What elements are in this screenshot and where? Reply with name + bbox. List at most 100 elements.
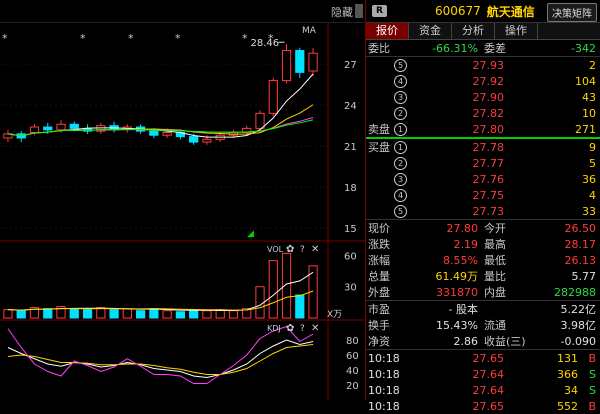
- vol-label: VOL: [267, 245, 284, 254]
- tick-price: 27.64: [472, 383, 505, 397]
- price-tick: 15: [344, 224, 357, 235]
- buy-row: 4 27.75 4: [366, 187, 600, 203]
- candle-body: [268, 80, 278, 114]
- quote-label: 最高: [484, 238, 506, 251]
- volume-bar: [122, 308, 132, 319]
- candle-body: [308, 52, 318, 72]
- tick-side: B: [588, 351, 596, 365]
- event-star: *: [2, 32, 8, 45]
- buy-row: 3 27.76 36: [366, 171, 600, 187]
- candle-body: [162, 132, 172, 136]
- level-icon: 1: [394, 140, 407, 154]
- tick-row: 10:18 27.64 366 S: [366, 366, 600, 382]
- chart-canvas: MA2724211815* * * * * *28.46◢VOL ✿? ✕6030X万KDJ ✿…: [0, 22, 365, 400]
- tick-price: 27.64: [472, 367, 505, 381]
- volume-bar: [255, 286, 265, 319]
- finance-value: -0.090: [560, 334, 596, 348]
- price-tick: 18: [344, 183, 357, 194]
- tab-analysis[interactable]: 分析: [452, 23, 495, 39]
- kdj-close-icon: ✕: [311, 323, 319, 334]
- finance-label: 换手: [368, 319, 390, 332]
- book-volume: 2: [589, 58, 596, 72]
- quote-row: 总量 61.49万 量比 5.77: [366, 268, 600, 284]
- ma-label: MA: [302, 26, 317, 36]
- quote-value: 5.77: [571, 269, 597, 283]
- book-volume: 43: [582, 90, 596, 104]
- tick-side: S: [589, 383, 596, 397]
- stock-code: 600677: [434, 4, 481, 18]
- book-volume: 271: [575, 122, 596, 136]
- tab-funds[interactable]: 资金: [409, 23, 452, 39]
- finance-label: 市盈: [368, 303, 390, 316]
- tab-operate[interactable]: 操作: [495, 23, 538, 39]
- finance-row: 换手 15.43% 流通 3.98亿: [366, 317, 600, 333]
- tick-volume: 552: [557, 399, 578, 413]
- weicha-label: 委差: [484, 42, 506, 55]
- tick-time: 10:18: [368, 383, 400, 397]
- volume-bar: [268, 260, 278, 319]
- volume-bar: [295, 294, 305, 319]
- finance-row: 净资 2.86 收益(三) -0.090: [366, 333, 600, 349]
- volume-bar: [175, 311, 186, 319]
- tick-time: 10:18: [368, 399, 400, 413]
- level-icon: 4: [394, 74, 407, 88]
- kdj-line: [7, 339, 314, 379]
- vol-tick: 30: [344, 283, 357, 294]
- tab-quote[interactable]: 报价: [366, 23, 409, 39]
- volume-bar: [109, 309, 119, 319]
- level-icon: 3: [394, 172, 407, 186]
- quote-label: 涨幅: [368, 254, 390, 267]
- weibi-label: 委比: [368, 42, 390, 55]
- tick-side: S: [589, 367, 596, 381]
- candle-body: [189, 136, 199, 143]
- candle-body: [202, 138, 212, 143]
- quote-row: 涨跌 2.19 最高 28.17: [366, 236, 600, 252]
- volume-bar: [281, 252, 292, 319]
- book-volume: 5: [589, 156, 596, 170]
- level-icon: 1: [394, 122, 407, 136]
- tick-price: 27.65: [472, 351, 505, 365]
- tick-volume: 366: [557, 367, 578, 381]
- event-star: *: [128, 32, 134, 45]
- event-star: *: [175, 32, 181, 45]
- kline-chart-area[interactable]: 隐藏 MA 27 24 21 18 15 * * * * * * 28.46 ◢ VOL ✿? ✕ 60 30 X万 K…: [0, 0, 365, 400]
- vol-help-icon: ?: [300, 245, 305, 255]
- quote-value: 28.17: [564, 237, 597, 251]
- r-badge: R: [372, 5, 387, 17]
- tick-side: B: [588, 399, 596, 413]
- level-icon: 2: [394, 156, 407, 170]
- quote-label: 现价: [368, 222, 390, 235]
- finance-row: 市盈 - 股本 5.22亿: [366, 301, 600, 317]
- buy-row: 2 27.77 5: [366, 155, 600, 171]
- finance-value: - 股本: [448, 303, 478, 316]
- level-icon: 3: [394, 90, 407, 104]
- event-star: *: [80, 32, 86, 45]
- finance-value: 3.98亿: [560, 319, 597, 332]
- finance-grid: 市盈 - 股本 5.22亿 换手 15.43% 流通 3.98亿 净资 2.86 收益(三) -0.…: [366, 301, 600, 350]
- vol-unit: X万: [327, 310, 342, 320]
- book-volume: 10: [582, 106, 596, 120]
- quote-value: 2.19: [453, 237, 479, 251]
- finance-value: 15.43%: [436, 318, 478, 332]
- kdj-tick: 80: [346, 336, 359, 347]
- volume-bar: [16, 310, 26, 319]
- candle-body: [69, 123, 79, 129]
- quote-label: 涨跌: [368, 238, 390, 251]
- kdj-tick: 20: [346, 381, 359, 392]
- quote-label: 内盘: [484, 286, 506, 299]
- quote-value: 26.13: [564, 253, 597, 267]
- candle-body: [149, 130, 159, 136]
- quote-row: 涨幅 8.55% 最低 26.13: [366, 252, 600, 268]
- kdj-tick: 60: [346, 351, 359, 362]
- book-price: 27.92: [472, 74, 505, 88]
- tick-row: 10:18 27.64 34 S: [366, 382, 600, 398]
- decision-matrix-button[interactable]: 决策矩阵: [547, 3, 597, 22]
- quote-value: 27.80: [446, 221, 479, 235]
- quote-label: 总量: [368, 270, 390, 283]
- sell-row: 2 27.82 10: [366, 105, 600, 121]
- kdj-gear-icon: ✿: [286, 323, 294, 334]
- book-price: 27.93: [472, 58, 505, 72]
- tick-row: 10:18 27.65 552 B: [366, 398, 600, 414]
- book-price: 27.76: [472, 172, 505, 186]
- weicha-value: -342: [571, 41, 596, 55]
